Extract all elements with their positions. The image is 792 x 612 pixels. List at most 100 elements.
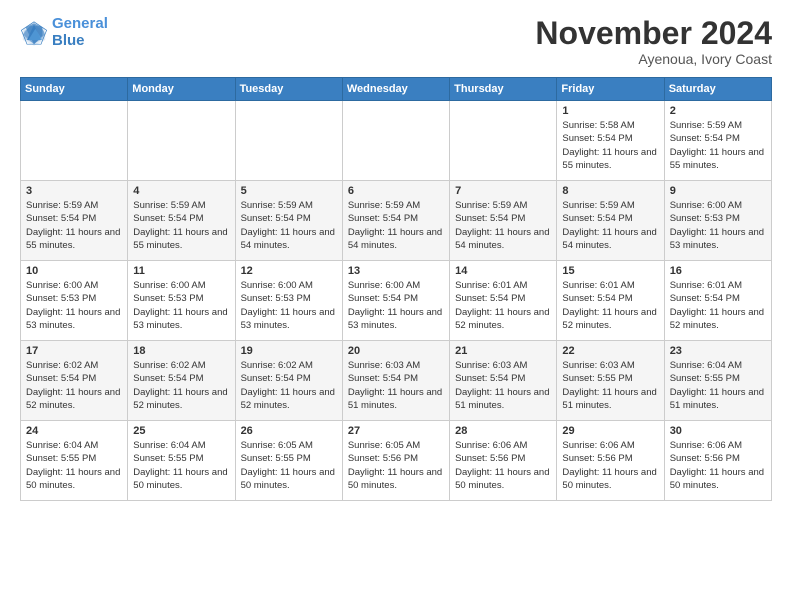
calendar-cell: 27 Sunrise: 6:05 AMSunset: 5:56 PMDayligh…: [342, 421, 449, 501]
logo: General Blue: [20, 16, 108, 49]
day-info: Sunrise: 6:05 AMSunset: 5:56 PMDaylight:…: [348, 439, 444, 492]
day-info-line: Daylight: 11 hours and 51 minutes.: [670, 386, 766, 413]
day-info-line: Sunset: 5:53 PM: [133, 292, 229, 305]
day-info-line: Daylight: 11 hours and 54 minutes.: [241, 226, 337, 253]
day-info-line: Daylight: 11 hours and 52 minutes.: [241, 386, 337, 413]
day-info-line: Daylight: 11 hours and 50 minutes.: [26, 466, 122, 493]
day-info-line: Sunrise: 6:06 AM: [455, 439, 551, 452]
day-info-line: Daylight: 11 hours and 50 minutes.: [241, 466, 337, 493]
day-number: 2: [670, 105, 766, 117]
day-info: Sunrise: 6:06 AMSunset: 5:56 PMDaylight:…: [670, 439, 766, 492]
logo-text: General Blue: [52, 16, 108, 49]
day-number: 19: [241, 345, 337, 357]
logo-line2: Blue: [52, 32, 85, 49]
day-info-line: Daylight: 11 hours and 54 minutes.: [348, 226, 444, 253]
day-info-line: Daylight: 11 hours and 55 minutes.: [133, 226, 229, 253]
day-info-line: Sunrise: 6:00 AM: [241, 279, 337, 292]
calendar-cell: 18 Sunrise: 6:02 AMSunset: 5:54 PMDayligh…: [128, 341, 235, 421]
calendar-cell: [450, 101, 557, 181]
day-number: 26: [241, 425, 337, 437]
day-info: Sunrise: 5:58 AMSunset: 5:54 PMDaylight:…: [562, 119, 658, 172]
day-info-line: Daylight: 11 hours and 55 minutes.: [670, 146, 766, 173]
day-info-line: Sunrise: 6:01 AM: [562, 279, 658, 292]
day-info-line: Sunset: 5:53 PM: [670, 212, 766, 225]
day-number: 9: [670, 185, 766, 197]
calendar-cell: 19Sunrise: 6:02 AMSunset: 5:54 PMDayligh…: [235, 341, 342, 421]
day-info: Sunrise: 5:59 AMSunset: 5:54 PMDaylight:…: [670, 119, 766, 172]
day-number: 6: [348, 185, 444, 197]
day-info-line: Sunrise: 6:03 AM: [562, 359, 658, 372]
day-info-line: Sunset: 5:53 PM: [241, 292, 337, 305]
calendar-cell: 22 Sunrise: 6:03 AMSunset: 5:55 PMDayligh…: [557, 341, 664, 421]
location: Ayenoua, Ivory Coast: [535, 51, 772, 67]
day-info-line: Sunset: 5:55 PM: [241, 452, 337, 465]
day-number: 1: [562, 105, 658, 117]
day-info-line: Daylight: 11 hours and 50 minutes.: [562, 466, 658, 493]
calendar-cell: 30Sunrise: 6:06 AMSunset: 5:56 PMDayligh…: [664, 421, 771, 501]
day-info: Sunrise: 6:00 AMSunset: 5:53 PMDaylight:…: [670, 199, 766, 252]
day-info-line: Sunrise: 6:00 AM: [670, 199, 766, 212]
weekday-header-sunday: Sunday: [21, 78, 128, 101]
day-info-line: Sunrise: 6:05 AM: [241, 439, 337, 452]
day-number: 4: [133, 185, 229, 197]
day-info-line: Sunrise: 6:00 AM: [133, 279, 229, 292]
day-info-line: Sunset: 5:54 PM: [455, 292, 551, 305]
day-info-line: Sunrise: 5:59 AM: [133, 199, 229, 212]
day-info-line: Daylight: 11 hours and 50 minutes.: [670, 466, 766, 493]
day-info-line: Daylight: 11 hours and 53 minutes.: [133, 306, 229, 333]
day-info: Sunrise: 6:06 AMSunset: 5:56 PMDaylight:…: [455, 439, 551, 492]
calendar-week-2: 3Sunrise: 5:59 AMSunset: 5:54 PMDaylight…: [21, 181, 772, 261]
calendar-cell: 6Sunrise: 5:59 AMSunset: 5:54 PMDaylight…: [342, 181, 449, 261]
day-info-line: Daylight: 11 hours and 50 minutes.: [455, 466, 551, 493]
calendar-cell: 12Sunrise: 6:00 AMSunset: 5:53 PMDayligh…: [235, 261, 342, 341]
logo-line1: General: [52, 15, 108, 32]
day-number: 25: [133, 425, 229, 437]
day-info-line: Sunset: 5:56 PM: [562, 452, 658, 465]
day-number: 13: [348, 265, 444, 277]
day-info: Sunrise: 6:05 AMSunset: 5:55 PMDaylight:…: [241, 439, 337, 492]
calendar-cell: 11 Sunrise: 6:00 AMSunset: 5:53 PMDayligh…: [128, 261, 235, 341]
day-number: 20: [348, 345, 444, 357]
day-info-line: Sunrise: 5:59 AM: [562, 199, 658, 212]
day-info-line: Sunset: 5:55 PM: [562, 372, 658, 385]
day-info-line: Daylight: 11 hours and 51 minutes.: [348, 386, 444, 413]
day-number: 29: [562, 425, 658, 437]
day-info-line: Daylight: 11 hours and 51 minutes.: [562, 386, 658, 413]
day-number: 18: [133, 345, 229, 357]
calendar-cell: [21, 101, 128, 181]
page: General Blue November 2024 Ayenoua, Ivor…: [0, 0, 792, 511]
day-info: Sunrise: 6:02 AMSunset: 5:54 PMDaylight:…: [26, 359, 122, 412]
calendar-cell: [128, 101, 235, 181]
day-info-line: Sunset: 5:54 PM: [348, 212, 444, 225]
day-info-line: Sunrise: 5:58 AM: [562, 119, 658, 132]
calendar-week-5: 24Sunrise: 6:04 AMSunset: 5:55 PMDayligh…: [21, 421, 772, 501]
day-info-line: Sunset: 5:56 PM: [670, 452, 766, 465]
day-number: 14: [455, 265, 551, 277]
calendar-cell: 8Sunrise: 5:59 AMSunset: 5:54 PMDaylight…: [557, 181, 664, 261]
day-info: Sunrise: 5:59 AMSunset: 5:54 PMDaylight:…: [241, 199, 337, 252]
day-info-line: Sunset: 5:55 PM: [133, 452, 229, 465]
day-info-line: Sunrise: 5:59 AM: [670, 119, 766, 132]
calendar-cell: 10Sunrise: 6:00 AMSunset: 5:53 PMDayligh…: [21, 261, 128, 341]
day-info: Sunrise: 6:00 AMSunset: 5:54 PMDaylight:…: [348, 279, 444, 332]
day-info: Sunrise: 5:59 AMSunset: 5:54 PMDaylight:…: [26, 199, 122, 252]
day-info: Sunrise: 6:02 AMSunset: 5:54 PMDaylight:…: [133, 359, 229, 412]
day-info-line: Daylight: 11 hours and 52 minutes.: [26, 386, 122, 413]
day-number: 23: [670, 345, 766, 357]
day-number: 22: [562, 345, 658, 357]
day-number: 27: [348, 425, 444, 437]
day-info-line: Sunset: 5:54 PM: [348, 292, 444, 305]
day-info-line: Sunset: 5:54 PM: [348, 372, 444, 385]
calendar-cell: 5Sunrise: 5:59 AMSunset: 5:54 PMDaylight…: [235, 181, 342, 261]
day-info-line: Sunset: 5:54 PM: [455, 212, 551, 225]
day-info-line: Sunrise: 6:03 AM: [455, 359, 551, 372]
day-info-line: Daylight: 11 hours and 54 minutes.: [455, 226, 551, 253]
day-info-line: Sunset: 5:55 PM: [26, 452, 122, 465]
day-info-line: Sunset: 5:54 PM: [133, 212, 229, 225]
calendar-cell: 1 Sunrise: 5:58 AMSunset: 5:54 PMDaylight…: [557, 101, 664, 181]
day-info-line: Daylight: 11 hours and 53 minutes.: [241, 306, 337, 333]
day-number: 11: [133, 265, 229, 277]
weekday-header-wednesday: Wednesday: [342, 78, 449, 101]
calendar-cell: 2 Sunrise: 5:59 AMSunset: 5:54 PMDaylight…: [664, 101, 771, 181]
day-info-line: Daylight: 11 hours and 53 minutes.: [670, 226, 766, 253]
